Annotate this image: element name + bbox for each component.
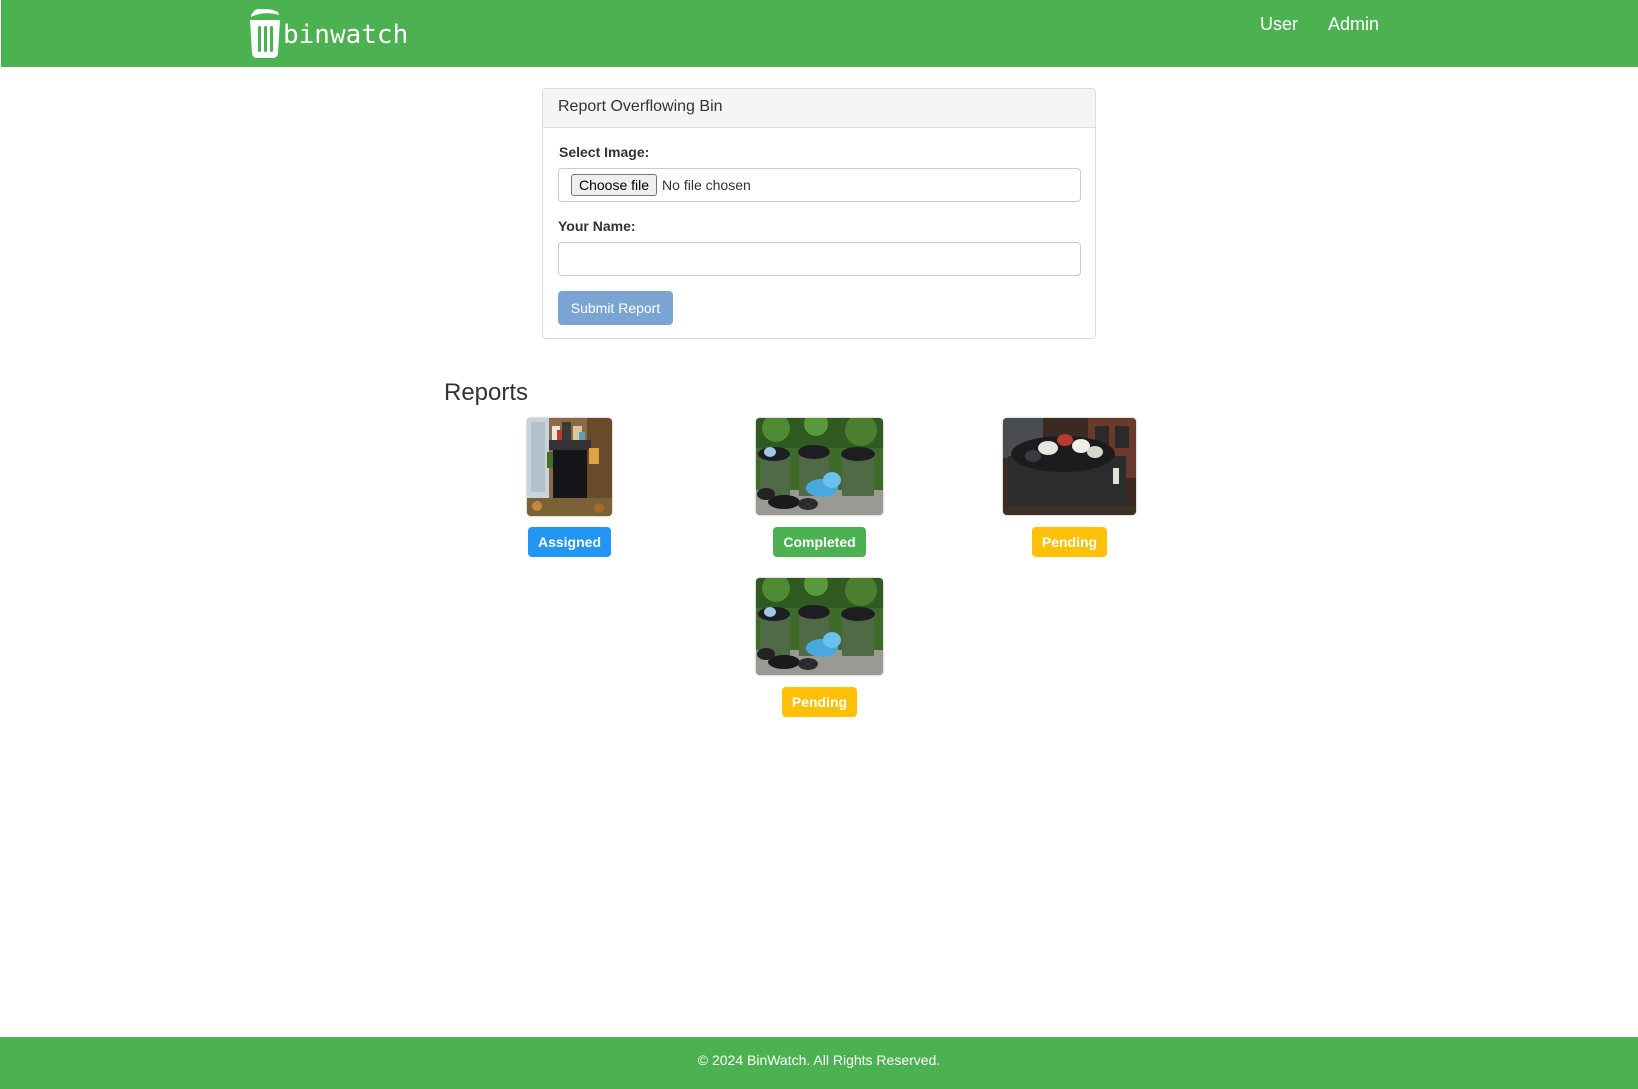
nav-link-admin[interactable]: Admin — [1328, 13, 1379, 35]
submit-report-button[interactable]: Submit Report — [558, 291, 673, 325]
page: binwatch User Admin Report Overflowing B… — [0, 0, 1638, 1089]
status-badge-completed: Completed — [773, 527, 866, 557]
panel-title: Report Overflowing Bin — [543, 89, 1095, 128]
nav-link-user[interactable]: User — [1260, 13, 1298, 35]
your-name-input[interactable] — [558, 242, 1081, 276]
footer-copyright: © 2024 BinWatch. All Rights Reserved. — [697, 1052, 941, 1068]
status-badge-pending: Pending — [782, 687, 857, 717]
select-image-label: Select Image: — [559, 144, 650, 160]
reports-heading: Reports — [444, 379, 529, 406]
status-badge-assigned: Assigned — [528, 527, 611, 557]
footer: © 2024 BinWatch. All Rights Reserved. — [0, 1037, 1638, 1089]
report-form-panel: Report Overflowing Bin Select Image: Cho… — [542, 88, 1096, 339]
trash-bin-icon — [250, 9, 280, 58]
report-image[interactable] — [527, 418, 612, 516]
brand-logo-link[interactable]: binwatch — [248, 8, 408, 58]
brand-name: binwatch — [283, 20, 409, 50]
choose-file-button[interactable]: Choose file — [571, 174, 658, 196]
navbar: binwatch User Admin — [1, 0, 1638, 67]
image-file-input[interactable]: Choose file No file chosen — [558, 168, 1081, 202]
status-badge-pending: Pending — [1032, 527, 1107, 557]
nav-links: User Admin — [1260, 13, 1379, 35]
report-image[interactable] — [756, 578, 883, 675]
report-image[interactable] — [1003, 418, 1136, 515]
report-image[interactable] — [756, 418, 883, 515]
your-name-label: Your Name: — [558, 218, 636, 234]
file-status-text: No file chosen — [662, 177, 751, 193]
